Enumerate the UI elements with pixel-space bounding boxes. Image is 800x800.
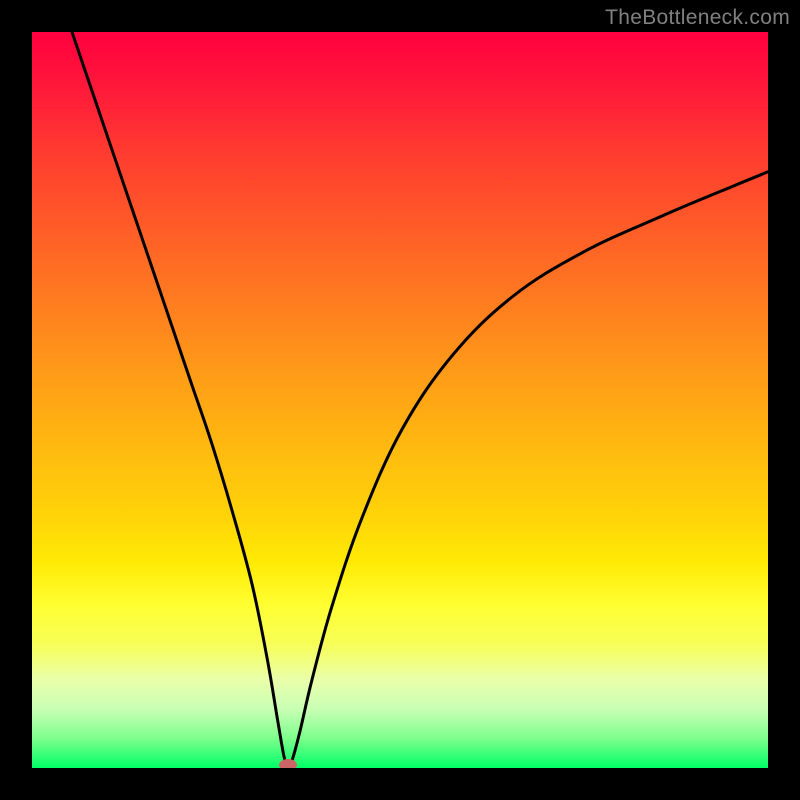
bottleneck-curve: [72, 32, 768, 768]
plot-svg: [32, 32, 768, 768]
plot-area: [32, 32, 768, 768]
watermark-text: TheBottleneck.com: [605, 6, 790, 30]
chart-frame: TheBottleneck.com: [0, 0, 800, 800]
bottleneck-marker: [279, 759, 297, 768]
